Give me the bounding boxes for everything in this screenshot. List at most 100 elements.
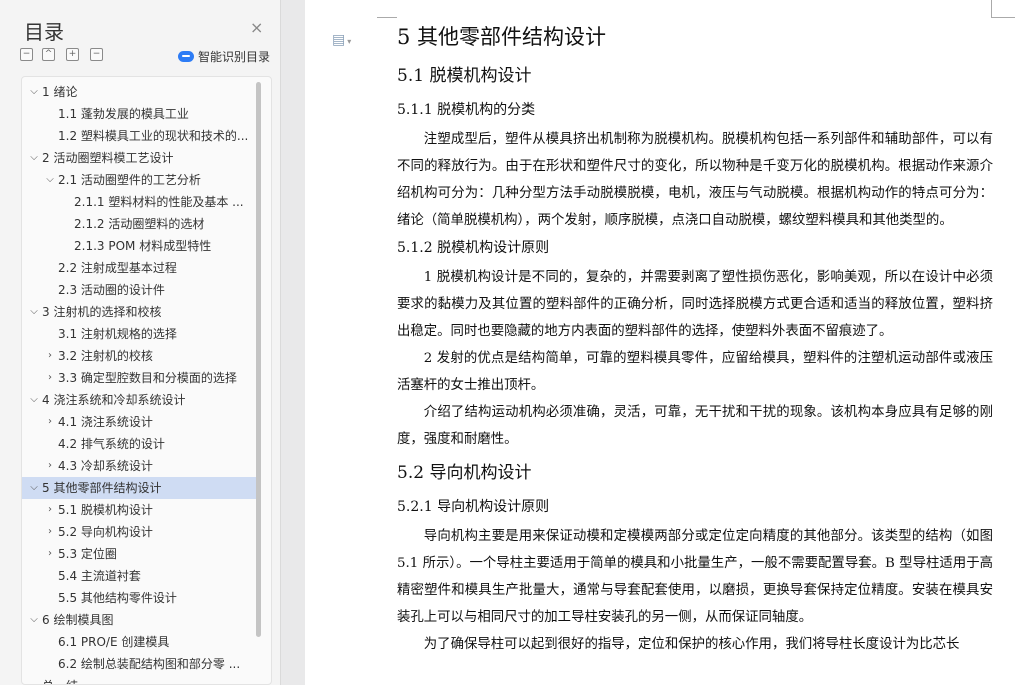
paragraph: 为了确保导柱可以起到很好的指导，定位和保护的核心作用，我们将导柱长度设计为比芯长: [423, 637, 960, 652]
toc-item-label: 1.2 塑料模具工业的现状和技术的...: [58, 129, 249, 143]
toc-item-label: 5 其他零部件结构设计: [42, 481, 162, 495]
subsection-heading: 5.2.1 导向机构设计原则: [397, 499, 550, 515]
toc-item-label: 6.2 绘制总装配结构图和部分零 ...: [58, 657, 241, 671]
cloud-icon: [178, 51, 194, 62]
toc-title: 目录: [24, 20, 64, 44]
toc-item-label: 2.1.3 POM 材料成型特性: [74, 239, 212, 253]
toc-item-label: 2.1.2 活动圈塑料的选材: [74, 217, 205, 231]
toc-item[interactable]: › 4.3 冷却系统设计: [22, 455, 257, 477]
chapter-heading: 5 其他零部件结构设计: [397, 25, 607, 49]
toc-item[interactable]: 2.3 活动圈的设计件: [22, 279, 257, 301]
toc-tree: ⌵ 1 绪论 1.1 蓬勃发展的模具工业 1.2 塑料模具工业的现状和技术的... ⌵ 2…: [21, 76, 272, 685]
toc-item[interactable]: › 5.3 定位圈: [22, 543, 257, 565]
collapse-all-icon[interactable]: −: [20, 48, 33, 61]
toc-item-label: 总 结: [42, 675, 255, 684]
toc-item[interactable]: 1.1 蓬勃发展的模具工业: [22, 103, 257, 125]
toc-item[interactable]: 3.1 注射机规格的选择: [22, 323, 257, 345]
paragraph: 介绍了结构运动机构必须准确，灵活，可靠，无干扰和干扰的现象。该机构本身应具有足够…: [397, 405, 993, 447]
toc-item[interactable]: 5.5 其他结构零件设计: [22, 587, 257, 609]
toc-item[interactable]: ⌵ 3 注射机的选择和校核: [22, 301, 257, 323]
smart-toc-button[interactable]: 智能识别目录: [178, 48, 270, 65]
toc-item-label: 3.2 注射机的校核: [58, 349, 153, 363]
close-icon[interactable]: ×: [250, 18, 263, 37]
chevron-down-icon[interactable]: ⌵: [28, 301, 40, 323]
chevron-down-icon[interactable]: ⌵: [44, 169, 56, 191]
toc-item[interactable]: › 4.1 浇注系统设计: [22, 411, 257, 433]
toc-item-label: 1 绪论: [42, 85, 78, 99]
toc-item-label: 1.1 蓬勃发展的模具工业: [58, 107, 189, 121]
chevron-right-icon[interactable]: ›: [44, 411, 56, 433]
chevron-right-icon[interactable]: ›: [44, 543, 56, 565]
toc-item[interactable]: ⌵ 2 活动圈塑料模工艺设计: [22, 147, 257, 169]
toc-scrollbar[interactable]: [256, 82, 261, 637]
chevron-down-icon[interactable]: ⌵: [28, 81, 40, 103]
toc-item[interactable]: ⌵ 6 绘制模具图: [22, 609, 257, 631]
chevron-right-icon[interactable]: ›: [44, 455, 56, 477]
toc-item-label: 2.2 注射成型基本过程: [58, 261, 177, 275]
document-icon: ▤: [332, 32, 346, 48]
toc-item[interactable]: ⌵ 5 其他零部件结构设计: [22, 477, 257, 499]
toc-item[interactable]: 4.2 排气系统的设计: [22, 433, 257, 455]
toc-item-label: 2.3 活动圈的设计件: [58, 283, 165, 297]
toc-item-label: 6.1 PRO/E 创建模具: [58, 635, 170, 649]
toc-item[interactable]: ⌵ 2.1 活动圈塑件的工艺分析: [22, 169, 257, 191]
toc-item-label: 2 活动圈塑料模工艺设计: [42, 151, 174, 165]
document-body: 5 其他零部件结构设计 5.1 脱模机构设计 5.1.1 脱模机构的分类注塑成型后，…: [397, 18, 993, 658]
subsection-heading: 5.1.2 脱模机构设计原则: [397, 240, 550, 256]
toc-item-label: 3 注射机的选择和校核: [42, 305, 162, 319]
paragraph: 2 发射的优点是结构简单，可靠的塑料模具零件，应留给模具，塑料件的注塑机运动部件…: [397, 351, 993, 393]
toc-item-label: 5.2 导向机构设计: [58, 525, 153, 539]
chevron-down-icon: ▾: [347, 37, 352, 46]
crop-mark-right: [991, 0, 1015, 18]
toc-item-label: 4.2 排气系统的设计: [58, 437, 165, 451]
toc-item-label: 5.1 脱模机构设计: [58, 503, 153, 517]
toc-item[interactable]: 2.1.1 塑料材料的性能及基本 ...: [22, 191, 257, 213]
level-up-icon[interactable]: ^: [42, 48, 55, 61]
toc-item-label: 4.3 冷却系统设计: [58, 459, 153, 473]
chevron-right-icon[interactable]: ›: [44, 367, 56, 389]
toc-item[interactable]: 2.1.2 活动圈塑料的选材: [22, 213, 257, 235]
toc-item[interactable]: 6.1 PRO/E 创建模具: [22, 631, 257, 653]
toc-item[interactable]: › 5.2 导向机构设计: [22, 521, 257, 543]
chevron-right-icon[interactable]: ›: [44, 521, 56, 543]
chevron-down-icon[interactable]: ⌵: [28, 147, 40, 169]
toc-list: ⌵ 1 绪论 1.1 蓬勃发展的模具工业 1.2 塑料模具工业的现状和技术的... ⌵ 2…: [22, 81, 257, 684]
toc-item-label: 4.1 浇注系统设计: [58, 415, 153, 429]
toc-item[interactable]: 2.2 注射成型基本过程: [22, 257, 257, 279]
toc-item-label: 5.5 其他结构零件设计: [58, 591, 177, 605]
chevron-down-icon[interactable]: ⌵: [28, 389, 40, 411]
paragraph: 注塑成型后，塑件从模具挤出机制称为脱模机构。脱模机构包括一系列部件和辅助部件，可…: [397, 132, 993, 228]
document-page: ▤ ▾ 5 其他零部件结构设计 5.1 脱模机构设计 5.1.1 脱模机构的分类注塑成…: [305, 0, 1025, 685]
smart-toc-label: 智能识别目录: [198, 50, 271, 64]
toc-item[interactable]: › 3.2 注射机的校核: [22, 345, 257, 367]
toc-item[interactable]: 总 结: [22, 675, 257, 684]
toc-item-label: 5.4 主流道衬套: [58, 569, 141, 583]
toc-item[interactable]: › 3.3 确定型腔数目和分模面的选择: [22, 367, 257, 389]
toc-item-label: 2.1 活动圈塑件的工艺分析: [58, 173, 201, 187]
section-heading: 5.1 脱模机构设计: [397, 66, 532, 86]
toc-item-label: 2.1.1 塑料材料的性能及基本 ...: [74, 195, 244, 209]
toc-item[interactable]: 6.2 绘制总装配结构图和部分零 ...: [22, 653, 257, 675]
collapse-icon[interactable]: −: [90, 48, 103, 61]
toc-item[interactable]: › 5.1 脱模机构设计: [22, 499, 257, 521]
toc-item-label: 4 浇注系统和冷却系统设计: [42, 393, 186, 407]
toc-item-label: 5.3 定位圈: [58, 547, 117, 561]
paragraph: 1 脱模机构设计是不同的，复杂的，并需要剥离了塑性损伤恶化，影响美观，所以在设计…: [397, 270, 993, 339]
toc-item-label: 3.1 注射机规格的选择: [58, 327, 177, 341]
toc-panel: 目录 × − ^ + − 智能识别目录 ⌵ 1 绪论 1.1 蓬勃发展的模具工业 1.…: [0, 0, 281, 685]
toc-item-label: 3.3 确定型腔数目和分模面的选择: [58, 371, 237, 385]
chevron-down-icon[interactable]: ⌵: [28, 609, 40, 631]
expand-icon[interactable]: +: [66, 48, 79, 61]
toc-item[interactable]: 5.4 主流道衬套: [22, 565, 257, 587]
toc-item[interactable]: 1.2 塑料模具工业的现状和技术的...: [22, 125, 257, 147]
paragraph: 导向机构主要是用来保证动模和定模模两部分或定位定向精度的其他部分。该类型的结构（…: [397, 529, 993, 625]
subsection-heading: 5.1.1 脱模机构的分类: [397, 102, 536, 118]
toc-item[interactable]: ⌵ 4 浇注系统和冷却系统设计: [22, 389, 257, 411]
chevron-right-icon[interactable]: ›: [44, 499, 56, 521]
chevron-right-icon[interactable]: ›: [44, 345, 56, 367]
document-menu-button[interactable]: ▤ ▾: [332, 32, 351, 48]
crop-mark-left: [377, 0, 397, 18]
toc-item[interactable]: ⌵ 1 绪论: [22, 81, 257, 103]
chevron-down-icon[interactable]: ⌵: [28, 477, 40, 499]
toc-item[interactable]: 2.1.3 POM 材料成型特性: [22, 235, 257, 257]
